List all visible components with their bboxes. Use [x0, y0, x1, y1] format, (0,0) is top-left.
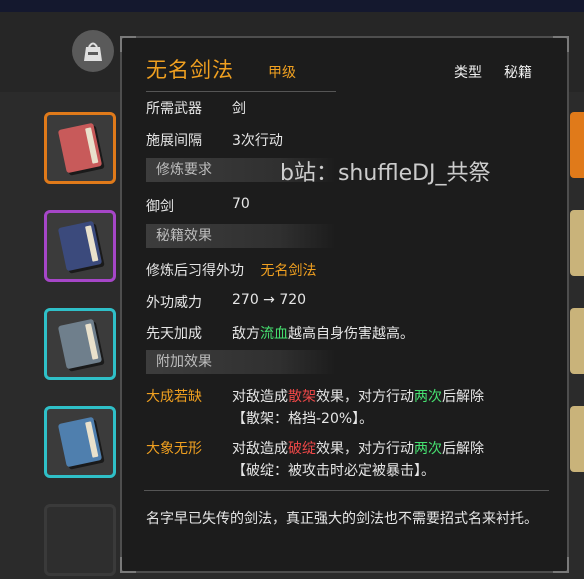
extra-effect-1-text: 对敌造成散架效果，对方行动两次后解除	[232, 386, 484, 406]
power-row: 外功威力 270 → 720	[146, 292, 306, 312]
extra-effect-2-note: 【破绽：被攻击时必定被暴击】。	[232, 463, 435, 479]
extra-1-mid: 效果，对方行动	[316, 389, 414, 405]
item-type-value: 秘籍	[504, 65, 532, 81]
learn-value: 无名剑法	[260, 263, 317, 279]
section-manual-effect: 秘籍效果	[146, 224, 336, 248]
navy-book-icon	[57, 220, 103, 272]
extra-effect-2: 大象无形 对敌造成破绽效果，对方行动两次后解除	[146, 438, 484, 458]
extra-2-post: 后解除	[442, 441, 484, 457]
cast-interval-value: 3次行动	[232, 133, 283, 149]
learn-label: 修炼后习得外功	[146, 263, 244, 279]
item-tooltip: 无名剑法 甲级 类型 秘籍 所需武器 剑 施展间隔 3次行动 修炼要求 御剑 7…	[120, 36, 569, 573]
extra-effect-2-text: 对敌造成破绽效果，对方行动两次后解除	[232, 438, 484, 458]
inventory-slot-navy-book[interactable]	[44, 210, 116, 282]
extra-1-pre: 对敌造成	[232, 389, 288, 405]
extra-2-status: 破绽	[288, 441, 316, 457]
innate-highlight: 流血	[260, 326, 288, 342]
corner-ornament	[553, 557, 569, 573]
innate-row: 先天加成 敌方流血越高自身伤害越高。	[146, 323, 414, 343]
power-label: 外功威力	[146, 295, 202, 311]
bag-icon[interactable]	[72, 30, 114, 72]
cast-interval-label: 施展间隔	[146, 133, 202, 149]
divider	[146, 91, 336, 92]
extra-effect-1: 大成若缺 对敌造成散架效果，对方行动两次后解除	[146, 386, 484, 406]
grey-book-icon	[57, 318, 103, 370]
extra-1-times: 两次	[414, 389, 442, 405]
extra-1-post: 后解除	[442, 389, 484, 405]
extra-2-pre: 对敌造成	[232, 441, 288, 457]
cast-interval-row: 施展间隔 3次行动	[146, 130, 283, 150]
item-type-label: 类型	[454, 65, 482, 81]
required-weapon-row: 所需武器 剑	[146, 98, 246, 118]
item-title: 无名剑法	[146, 58, 234, 82]
learn-row: 修炼后习得外功 无名剑法	[146, 260, 316, 280]
corner-ornament	[120, 557, 136, 573]
slot-edge	[570, 308, 584, 374]
top-strip	[0, 0, 584, 12]
extra-2-times: 两次	[414, 441, 442, 457]
divider	[144, 490, 549, 491]
required-skill-row: 御剑 70	[146, 196, 250, 216]
watermark: b站：shuffleDJ_共祭	[280, 161, 491, 186]
required-skill-label: 御剑	[146, 199, 174, 215]
innate-text: 敌方流血越高自身伤害越高。	[232, 323, 414, 343]
section-extra: 附加效果	[146, 350, 336, 374]
inventory-slot-red-book[interactable]	[44, 112, 116, 184]
extra-effect-1-note: 【散架：格挡-20%】。	[232, 411, 374, 427]
item-description: 名字早已失传的剑法，真正强大的剑法也不需要招式名来衬托。	[146, 511, 538, 527]
corner-ornament	[120, 36, 136, 52]
required-skill-value: 70	[232, 196, 250, 212]
slot-edge	[570, 112, 584, 178]
innate-suffix: 越高自身伤害越高。	[288, 326, 414, 342]
slot-edge	[570, 210, 584, 276]
extra-effect-2-label: 大象无形	[146, 441, 202, 457]
extra-effect-1-label: 大成若缺	[146, 389, 202, 405]
slot-edge	[570, 406, 584, 472]
item-grade: 甲级	[268, 65, 296, 81]
inventory-slot-grey-book[interactable]	[44, 308, 116, 380]
corner-ornament	[553, 36, 569, 52]
required-weapon-label: 所需武器	[146, 101, 202, 117]
extra-2-mid: 效果，对方行动	[316, 441, 414, 457]
required-weapon-value: 剑	[232, 101, 246, 117]
blue-book-icon	[57, 416, 103, 468]
inventory-slot-blue-book[interactable]	[44, 406, 116, 478]
innate-prefix: 敌方	[232, 326, 260, 342]
extra-1-status: 散架	[288, 389, 316, 405]
innate-label: 先天加成	[146, 326, 202, 342]
power-value: 270 → 720	[232, 292, 307, 308]
red-book-icon	[57, 122, 103, 174]
inventory-slot-empty[interactable]	[44, 504, 116, 576]
